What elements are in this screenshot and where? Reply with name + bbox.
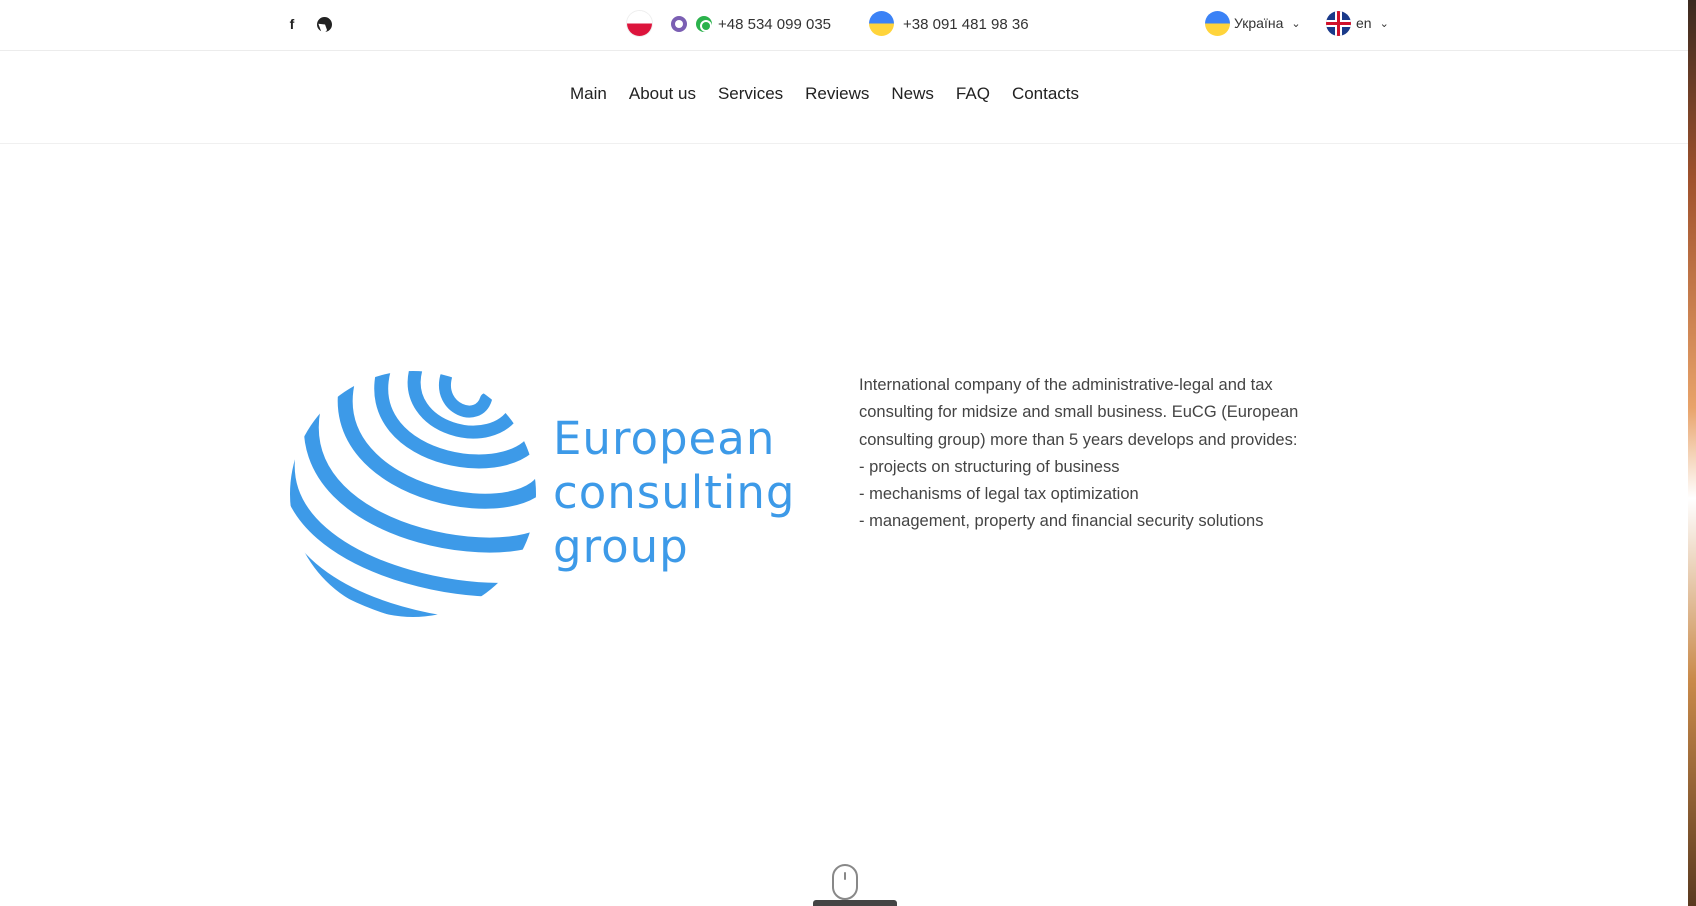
facebook-icon[interactable]: f [282, 14, 302, 34]
whatsapp-icon[interactable] [696, 16, 712, 32]
nav-item-contacts[interactable]: Contacts [1012, 84, 1079, 104]
poland-flag-icon [627, 11, 652, 36]
country-label: Україна [1234, 15, 1284, 31]
language-label: en [1356, 15, 1372, 31]
scroll-indicator-bar [813, 900, 897, 906]
description-line: consulting for midsize and small busines… [859, 403, 1299, 422]
logo-line-3: group [553, 520, 689, 573]
nav-item-news[interactable]: News [891, 84, 934, 104]
ukraine-flag-icon [869, 11, 894, 36]
main-navigation: Main About us Services Reviews News FAQ … [0, 52, 1688, 144]
description-line: - projects on structuring of business [859, 457, 1120, 476]
top-bar: f +48 534 099 035 +38 091 481 98 36 Укра… [0, 0, 1688, 51]
telegram-icon[interactable] [314, 14, 334, 34]
viber-icon[interactable] [671, 16, 687, 32]
company-description: International company of the administrat… [859, 372, 1389, 536]
nav-item-reviews[interactable]: Reviews [805, 84, 869, 104]
nav-item-main[interactable]: Main [570, 84, 607, 104]
description-line: - management, property and financial sec… [859, 512, 1264, 531]
uk-flag-icon [1326, 11, 1351, 36]
chevron-down-icon: ⌄ [1291, 18, 1301, 30]
nav-list: Main About us Services Reviews News FAQ … [570, 84, 1101, 104]
nav-item-faq[interactable]: FAQ [956, 84, 990, 104]
telegram-circle [316, 16, 332, 32]
mouse-scroll-icon[interactable] [832, 864, 858, 900]
country-selector[interactable]: Україна ⌄ [1234, 15, 1301, 31]
phone-link-ukraine[interactable]: +38 091 481 98 36 [903, 16, 1029, 33]
description-line: - mechanisms of legal tax optimization [859, 485, 1139, 504]
logo-wordmark: European consulting group [553, 412, 796, 574]
logo-line-1: European [553, 412, 776, 465]
logo-line-2: consulting [553, 466, 796, 519]
desktop-edge-strip [1688, 0, 1696, 906]
phone-link-poland[interactable]: +48 534 099 035 [718, 16, 831, 33]
chevron-down-icon: ⌄ [1379, 18, 1389, 30]
facebook-glyph: f [289, 16, 295, 32]
language-selector[interactable]: en ⌄ [1356, 15, 1389, 31]
nav-item-services[interactable]: Services [718, 84, 783, 104]
nav-item-about-us[interactable]: About us [629, 84, 696, 104]
description-line: International company of the administrat… [859, 376, 1273, 394]
eucg-logo-mark [290, 371, 536, 617]
country-ukraine-flag-icon [1205, 11, 1230, 36]
description-line: consulting group) more than 5 years deve… [859, 430, 1298, 449]
